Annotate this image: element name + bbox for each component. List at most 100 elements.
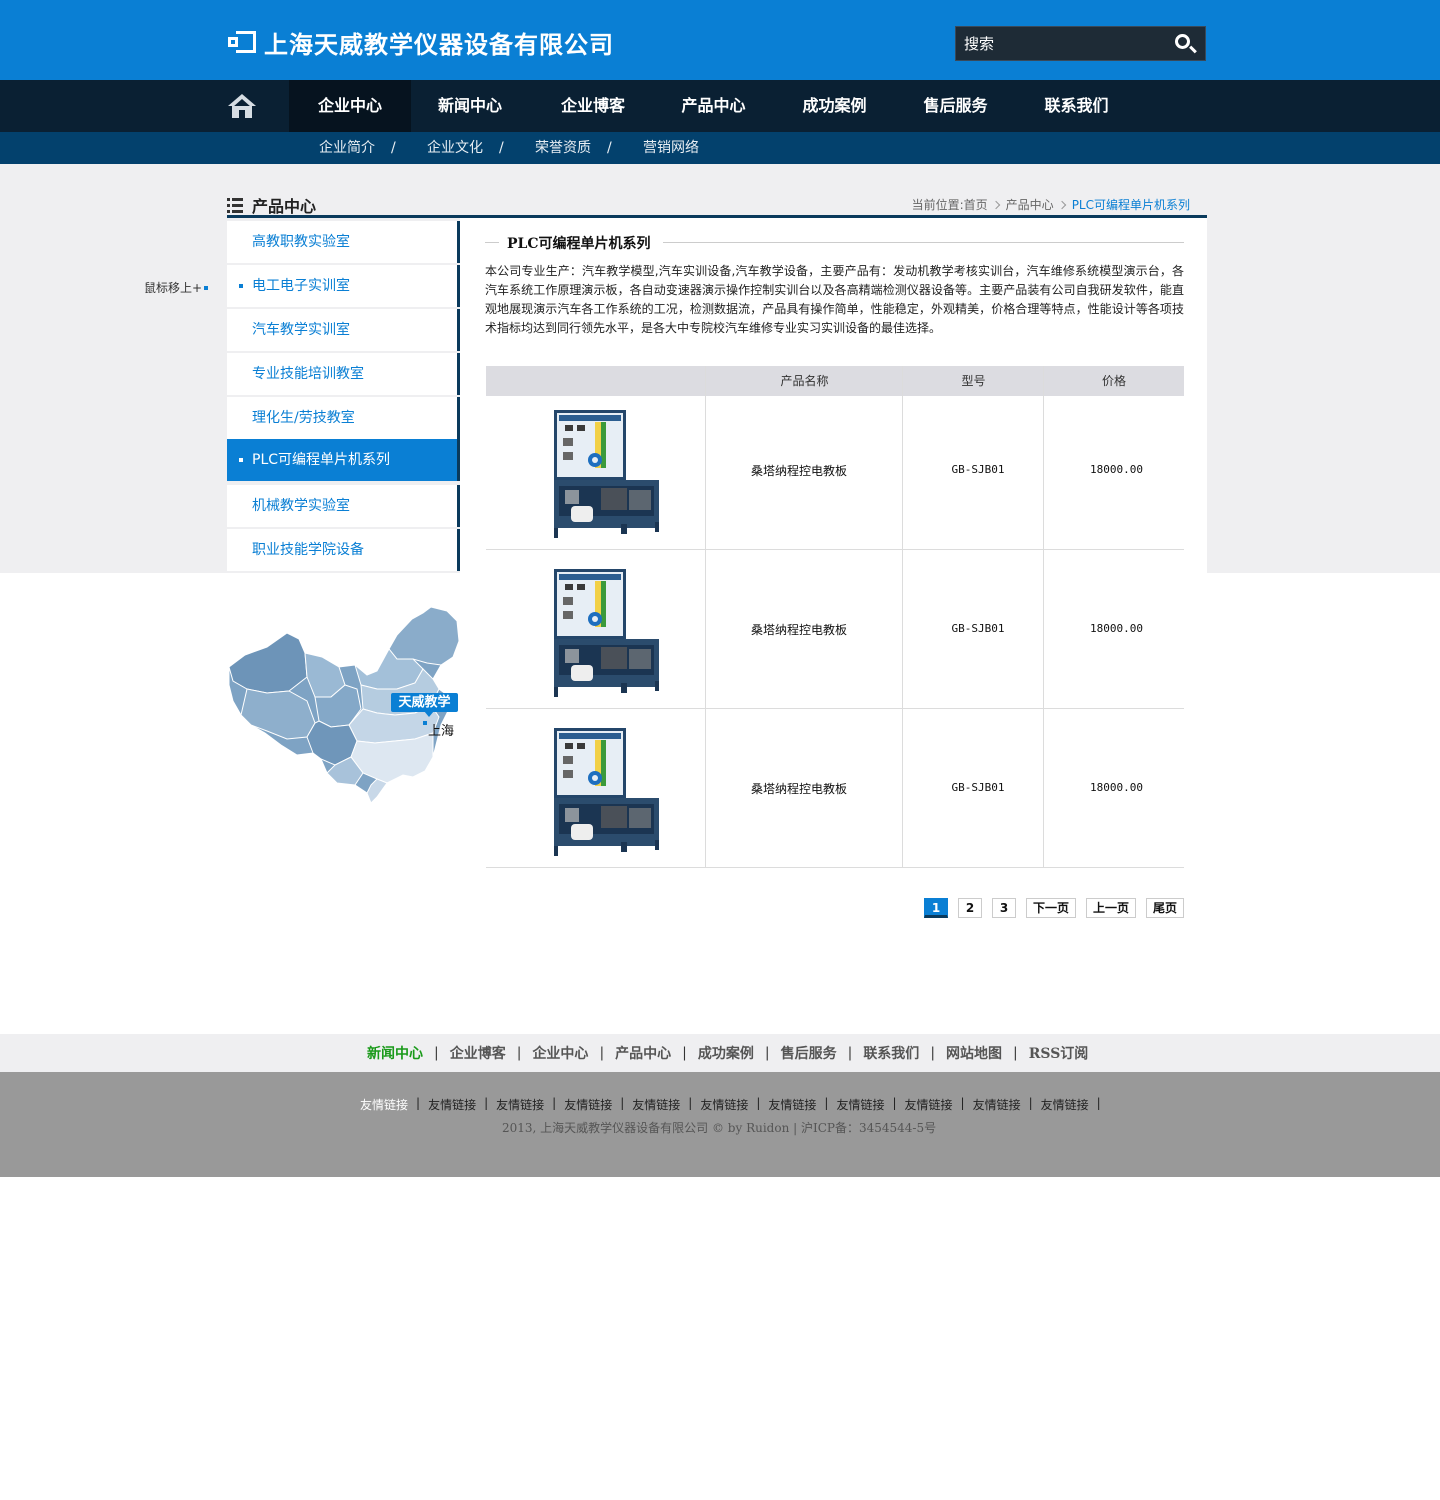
breadcrumb-home[interactable]: 首页 xyxy=(964,196,988,213)
product-image[interactable] xyxy=(551,728,663,858)
link-separator: | xyxy=(756,1096,761,1110)
sidebar-item-science-lab[interactable]: 理化生/劳技教室 xyxy=(227,397,460,439)
sidebar-item-label: 职业技能学院设备 xyxy=(252,542,364,558)
product-name[interactable]: 桑塔纳程控电教板 xyxy=(706,621,892,638)
product-model: GB-SJB01 xyxy=(951,463,1005,476)
search-input[interactable] xyxy=(956,27,1166,60)
footer-link-products[interactable]: 产品中心 xyxy=(615,1043,671,1063)
product-image[interactable] xyxy=(551,569,663,699)
page-2-button[interactable]: 2 xyxy=(958,898,982,918)
friend-link[interactable]: 友情链接 xyxy=(428,1096,476,1113)
footer-link-enterprise[interactable]: 企业中心 xyxy=(532,1043,588,1063)
breadcrumb-products[interactable]: 产品中心 xyxy=(1006,196,1054,213)
subnav-item-intro[interactable]: 企业简介 xyxy=(319,132,375,164)
friend-link[interactable]: 友情链接 xyxy=(564,1096,612,1113)
table-header-price: 价格 xyxy=(1101,374,1126,388)
nav-item-enterprise[interactable]: 企业中心 xyxy=(289,80,411,132)
friend-link[interactable]: 友情链接 xyxy=(836,1096,884,1113)
footer-nav: 新闻中心 | 企业博客 | 企业中心 | 产品中心 | 成功案例 | 售后服务 … xyxy=(0,1034,1440,1072)
breadcrumb: 当前位置: 首页 产品中心 PLC可编程单片机系列 xyxy=(912,196,1190,213)
product-price: 18000.00 xyxy=(1090,622,1143,635)
sidebar-item-automotive[interactable]: 汽车教学实训室 xyxy=(227,309,460,351)
link-separator: | xyxy=(416,1096,421,1110)
link-separator: | xyxy=(1028,1096,1033,1110)
sidebar-item-vocational[interactable]: 职业技能学院设备 xyxy=(227,529,460,571)
home-icon[interactable] xyxy=(228,94,256,118)
section-divider xyxy=(227,215,1207,218)
product-name[interactable]: 桑塔纳程控电教板 xyxy=(706,462,892,479)
footer-link-rss[interactable]: RSS订阅 xyxy=(1029,1043,1089,1063)
friend-link[interactable]: 友情链接 xyxy=(768,1096,816,1113)
content-title: PLC可编程单片机系列 xyxy=(507,236,651,252)
breadcrumb-current[interactable]: PLC可编程单片机系列 xyxy=(1072,196,1190,213)
map-city-label: 上海 xyxy=(428,724,455,739)
footer-separator: | xyxy=(1013,1045,1018,1061)
footer-separator: | xyxy=(516,1045,522,1061)
link-separator: | xyxy=(1096,1096,1101,1110)
map-tag-pointer xyxy=(424,711,434,717)
sidebar-item-label: 理化生/劳技教室 xyxy=(252,410,355,426)
table-divider xyxy=(486,549,1184,550)
footer-separator: | xyxy=(599,1045,605,1061)
copyright: 2013, 上海天威教学仪器设备有限公司 © by Ruidon | 沪ICP备… xyxy=(502,1121,937,1135)
company-logo[interactable]: 上海天威教学仪器设备有限公司 xyxy=(228,26,614,59)
sidebar-item-skills-training[interactable]: 专业技能培训教室 xyxy=(227,353,460,395)
breadcrumb-prefix: 当前位置: xyxy=(911,198,964,212)
link-separator: | xyxy=(552,1096,557,1110)
friend-link[interactable]: 友情链接 xyxy=(360,1096,408,1113)
subnav-separator: / xyxy=(607,140,612,156)
nav-item-contact[interactable]: 联系我们 xyxy=(1016,80,1137,132)
page-1-button[interactable]: 1 xyxy=(924,898,948,918)
footer-nav-list: 新闻中心 | 企业博客 | 企业中心 | 产品中心 | 成功案例 | 售后服务 … xyxy=(367,1034,1088,1072)
next-page-button[interactable]: 下一页 xyxy=(1026,898,1076,918)
nav-item-service[interactable]: 售后服务 xyxy=(895,80,1016,132)
friend-link[interactable]: 友情链接 xyxy=(1041,1096,1089,1113)
footer-link-blog[interactable]: 企业博客 xyxy=(450,1043,506,1063)
sidebar-item-electrical[interactable]: 电工电子实训室 xyxy=(227,265,460,307)
friend-link[interactable]: 友情链接 xyxy=(905,1096,953,1113)
subnav-item-culture[interactable]: 企业文化 xyxy=(427,132,483,164)
content-title-bar: PLC可编程单片机系列 xyxy=(485,233,1184,252)
nav-item-cases[interactable]: 成功案例 xyxy=(774,80,895,132)
footer-link-sitemap[interactable]: 网站地图 xyxy=(946,1043,1002,1063)
table-divider xyxy=(486,867,1184,868)
search-button[interactable] xyxy=(1165,27,1205,60)
friend-link[interactable]: 友情链接 xyxy=(700,1096,748,1113)
map-pin-icon xyxy=(423,721,427,725)
footer-link-service[interactable]: 售后服务 xyxy=(781,1043,837,1063)
sidebar-item-plc[interactable]: PLC可编程单片机系列 xyxy=(227,439,460,481)
nav-item-blog[interactable]: 企业博客 xyxy=(532,80,654,132)
last-page-button[interactable]: 尾页 xyxy=(1146,898,1184,918)
friend-link[interactable]: 友情链接 xyxy=(973,1096,1021,1113)
list-icon xyxy=(227,197,243,213)
friend-link[interactable]: 友情链接 xyxy=(632,1096,680,1113)
footer-link-news[interactable]: 新闻中心 xyxy=(367,1043,423,1063)
link-separator: | xyxy=(960,1096,965,1110)
title-rule-left xyxy=(485,242,499,243)
table-header: 产品名称 型号 价格 xyxy=(486,366,1184,396)
product-name[interactable]: 桑塔纳程控电教板 xyxy=(706,780,892,797)
subnav-item-network[interactable]: 营销网络 xyxy=(643,132,699,164)
table-header-model: 型号 xyxy=(961,374,986,388)
sidebar-item-higher-ed[interactable]: 高教职教实验室 xyxy=(227,221,460,263)
subnav-item-honors[interactable]: 荣誉资质 xyxy=(535,132,591,164)
nav-item-products[interactable]: 产品中心 xyxy=(653,80,774,132)
page-3-button[interactable]: 3 xyxy=(992,898,1016,918)
sidebar-item-label: PLC可编程单片机系列 xyxy=(252,452,391,468)
product-image[interactable] xyxy=(551,410,663,540)
footer-link-contact[interactable]: 联系我们 xyxy=(863,1043,919,1063)
bullet-icon xyxy=(239,458,243,462)
company-name: 上海天威教学仪器设备有限公司 xyxy=(264,30,614,59)
product-model: GB-SJB01 xyxy=(951,781,1005,794)
friend-link[interactable]: 友情链接 xyxy=(496,1096,544,1113)
nav-item-news[interactable]: 新闻中心 xyxy=(411,80,529,132)
footer-separator: | xyxy=(434,1045,439,1061)
main-nav: 企业中心 新闻中心 企业博客 产品中心 成功案例 售后服务 联系我们 xyxy=(0,80,1440,132)
title-rule-right xyxy=(663,242,1184,243)
link-separator: | xyxy=(824,1096,829,1110)
prev-page-button[interactable]: 上一页 xyxy=(1086,898,1136,918)
sidebar-item-mechanical[interactable]: 机械教学实验室 xyxy=(227,485,460,527)
map-location-tag[interactable]: 天威教学 xyxy=(391,693,458,712)
top-header: 上海天威教学仪器设备有限公司 xyxy=(0,0,1440,80)
footer-link-cases[interactable]: 成功案例 xyxy=(698,1043,754,1063)
